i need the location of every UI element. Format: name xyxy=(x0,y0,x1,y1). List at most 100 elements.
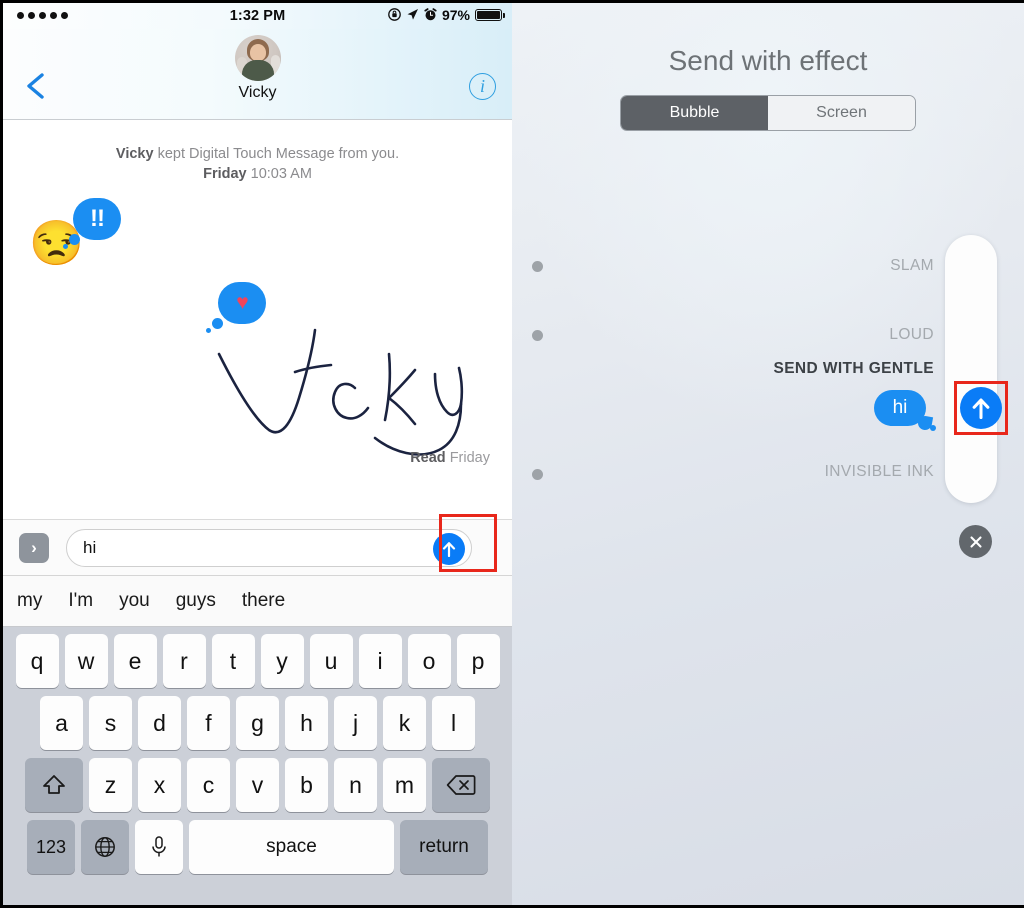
conversation-nav-bar: Vicky i xyxy=(3,29,512,120)
chevron-right-icon: › xyxy=(31,537,37,557)
globe-key[interactable] xyxy=(81,820,129,874)
info-circle-icon[interactable]: i xyxy=(469,73,496,100)
effect-dot-invisible-ink[interactable] xyxy=(532,469,543,480)
preview-message-bubble: hi xyxy=(874,390,926,426)
effect-selector-track xyxy=(945,235,997,503)
effect-send-button[interactable] xyxy=(960,387,1002,429)
key-a[interactable]: a xyxy=(40,696,83,750)
backspace-key[interactable] xyxy=(432,758,490,812)
tab-screen[interactable]: Screen xyxy=(768,96,915,130)
key-v[interactable]: v xyxy=(236,758,279,812)
screenshot-root: 1:32 PM 97% Vicky i Vicky kept Digital T… xyxy=(0,0,1024,908)
system-timestamp-day: Friday xyxy=(203,165,247,182)
arrow-up-icon xyxy=(442,541,456,557)
arrow-up-icon xyxy=(972,398,990,419)
key-k[interactable]: k xyxy=(383,696,426,750)
key-g[interactable]: g xyxy=(236,696,279,750)
message-emoji-row: 😒 !! xyxy=(3,190,512,282)
onscreen-keyboard: q w e r t y u i o p a s d f g h j k l z … xyxy=(3,627,512,905)
key-s[interactable]: s xyxy=(89,696,132,750)
key-f[interactable]: f xyxy=(187,696,230,750)
prediction-0[interactable]: my xyxy=(17,590,42,612)
close-x-icon xyxy=(969,535,982,548)
numbers-key[interactable]: 123 xyxy=(27,820,75,874)
lock-rotation-icon xyxy=(388,7,401,23)
predictive-text-bar: my I'm you guys there xyxy=(3,575,512,627)
keyboard-row-4: 123 space return xyxy=(3,820,512,874)
key-i[interactable]: i xyxy=(358,634,402,688)
battery-percent: 97% xyxy=(441,7,470,23)
apps-drawer-button[interactable]: › xyxy=(19,532,49,563)
shift-key[interactable] xyxy=(25,758,83,812)
keyboard-row-1: q w e r t y u i o p xyxy=(3,634,512,688)
key-o[interactable]: o xyxy=(407,634,451,688)
key-n[interactable]: n xyxy=(334,758,377,812)
return-key[interactable]: return xyxy=(400,820,488,874)
key-j[interactable]: j xyxy=(334,696,377,750)
key-w[interactable]: w xyxy=(64,634,108,688)
effect-panel-title: Send with effect xyxy=(668,45,868,76)
close-effects-button[interactable] xyxy=(959,525,992,558)
prediction-1[interactable]: I'm xyxy=(68,590,93,612)
key-y[interactable]: y xyxy=(260,634,304,688)
effect-label-invisible-ink[interactable]: INVISIBLE INK xyxy=(825,463,934,481)
tapback-heart[interactable]: ♥ xyxy=(218,281,266,324)
tapback-tail-small xyxy=(63,243,68,249)
system-notice-text: kept Digital Touch Message from you. xyxy=(153,146,400,162)
backspace-icon xyxy=(446,775,476,795)
digital-touch-message[interactable]: ♥ Read Friday xyxy=(3,281,512,482)
key-e[interactable]: e xyxy=(113,634,157,688)
keyboard-row-2: a s d f g h j k l xyxy=(3,696,512,750)
send-with-effect-panel: Send with effect Bubble Screen SLAM LOUD… xyxy=(512,3,1024,905)
prediction-4[interactable]: there xyxy=(242,590,285,612)
effect-dot-slam[interactable] xyxy=(532,261,543,272)
handwritten-signature xyxy=(217,328,464,456)
contact-name: Vicky xyxy=(238,84,277,101)
key-h[interactable]: h xyxy=(285,696,328,750)
key-z[interactable]: z xyxy=(89,758,132,812)
conversation-thread: Vicky kept Digital Touch Message from yo… xyxy=(3,121,512,519)
tapback-tail-large xyxy=(69,233,80,245)
microphone-icon xyxy=(152,836,166,857)
key-x[interactable]: x xyxy=(138,758,181,812)
messages-app-panel: 1:32 PM 97% Vicky i Vicky kept Digital T… xyxy=(3,3,512,905)
effect-label-gentle[interactable]: SEND WITH GENTLE xyxy=(773,360,934,378)
key-c[interactable]: c xyxy=(187,758,230,812)
key-m[interactable]: m xyxy=(383,758,426,812)
key-l[interactable]: l xyxy=(432,696,475,750)
prediction-3[interactable]: guys xyxy=(176,590,216,612)
system-notice: Vicky kept Digital Touch Message from yo… xyxy=(3,144,512,166)
shift-arrow-icon xyxy=(43,775,65,794)
dictation-key[interactable] xyxy=(135,820,183,874)
globe-icon xyxy=(95,837,115,857)
message-input-bar: › hi xyxy=(3,514,512,575)
key-p[interactable]: p xyxy=(456,634,500,688)
key-r[interactable]: r xyxy=(162,634,206,688)
message-input-value: hi xyxy=(83,537,97,557)
key-b[interactable]: b xyxy=(285,758,328,812)
alarm-clock-icon xyxy=(424,7,437,23)
effect-label-loud[interactable]: LOUD xyxy=(889,326,934,344)
key-d[interactable]: d xyxy=(138,696,181,750)
key-t[interactable]: t xyxy=(211,634,255,688)
tapback-exclamation[interactable]: !! xyxy=(73,197,121,240)
effect-label-slam[interactable]: SLAM xyxy=(890,257,934,275)
system-notice-sender: Vicky xyxy=(115,146,154,162)
contact-header[interactable]: Vicky xyxy=(3,35,512,102)
read-receipt: Read Friday xyxy=(410,450,490,466)
prediction-2[interactable]: you xyxy=(119,590,150,612)
effect-type-segmented-control: Bubble Screen xyxy=(620,95,916,131)
key-q[interactable]: q xyxy=(15,634,59,688)
location-arrow-icon xyxy=(406,8,419,23)
key-u[interactable]: u xyxy=(309,634,353,688)
space-key[interactable]: space xyxy=(189,820,394,874)
keyboard-row-3: z x c v b n m xyxy=(3,758,512,812)
read-receipt-label: Read xyxy=(410,449,446,466)
send-button[interactable] xyxy=(433,532,465,565)
avatar[interactable] xyxy=(234,35,281,81)
battery-icon xyxy=(475,9,505,21)
effect-dot-loud[interactable] xyxy=(532,330,543,341)
status-bar: 1:32 PM 97% xyxy=(3,3,512,29)
tab-bubble[interactable]: Bubble xyxy=(621,96,768,130)
message-input-field[interactable]: hi xyxy=(66,528,472,567)
